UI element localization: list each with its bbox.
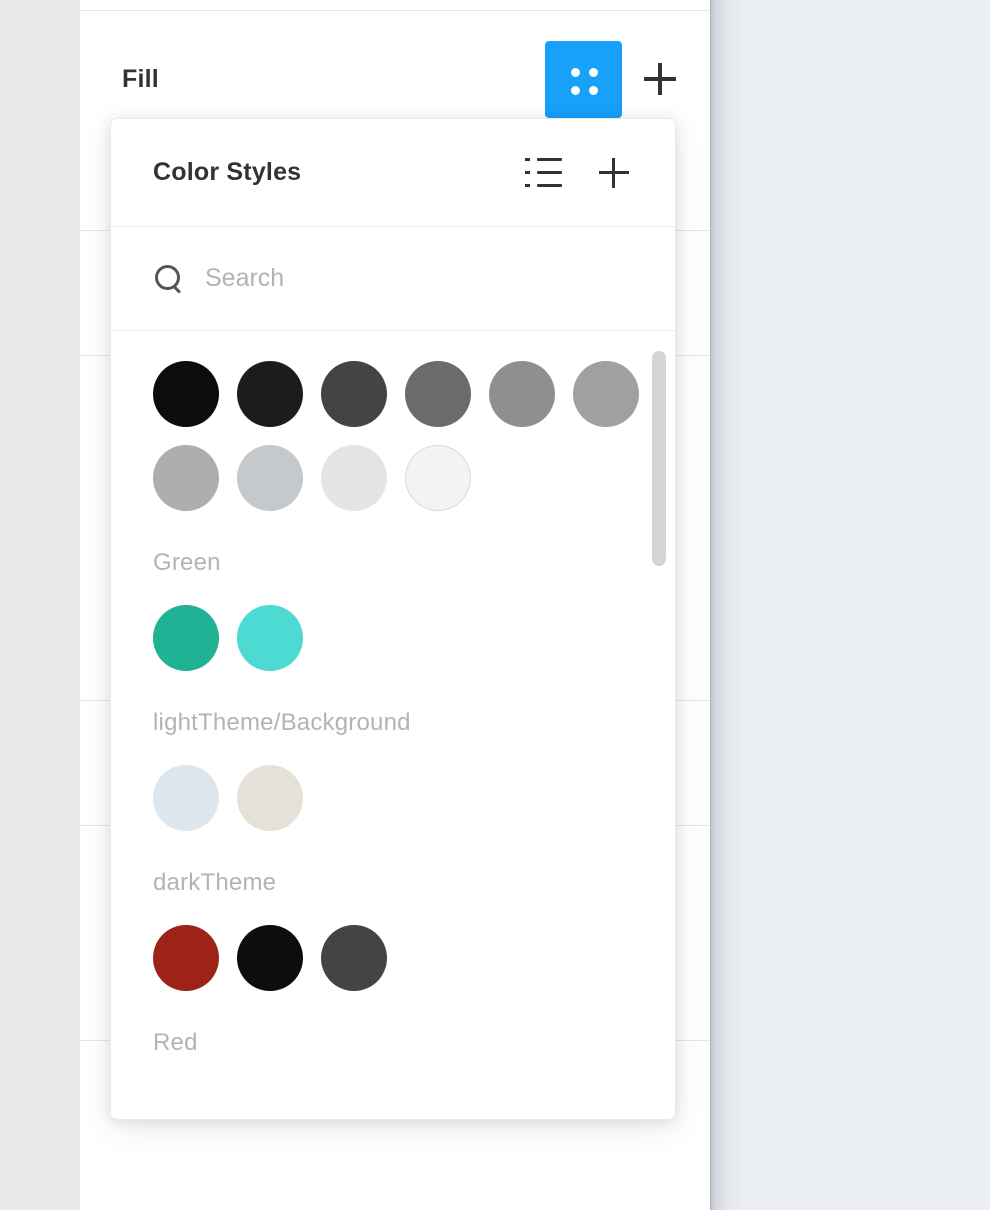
popover-header: Color Styles	[111, 119, 675, 227]
popover-title: Color Styles	[153, 158, 302, 186]
style-group: lightTheme/Background	[111, 671, 675, 831]
fill-section-header: Fill	[80, 40, 710, 118]
four-dots-icon-dot	[589, 67, 598, 77]
color-swatch[interactable]	[153, 605, 219, 671]
styles-scrollbar-thumb[interactable]	[652, 351, 666, 566]
style-group: Red	[111, 991, 675, 1057]
color-swatch[interactable]	[237, 925, 303, 991]
styles-list: Green lightTheme/Background darkTheme Red	[111, 331, 675, 1119]
color-swatch[interactable]	[321, 445, 387, 511]
four-dots-icon-dot	[571, 85, 580, 95]
color-swatch[interactable]	[489, 361, 555, 427]
color-styles-popover: Color Styles Green lightTheme/Background d…	[110, 118, 676, 1120]
swatch-row	[111, 765, 675, 831]
list-view-icon-row	[525, 183, 562, 188]
color-swatch[interactable]	[237, 605, 303, 671]
swatch-row	[111, 925, 675, 991]
color-swatch[interactable]	[405, 361, 471, 427]
style-group: darkTheme	[111, 831, 675, 991]
style-group-label: Green	[153, 549, 221, 576]
style-group-label: Red	[153, 1029, 198, 1056]
color-swatch[interactable]	[321, 925, 387, 991]
color-swatch[interactable]	[237, 765, 303, 831]
style-group-label: lightTheme/Background	[153, 709, 411, 736]
swatch-row	[111, 361, 675, 511]
color-swatch[interactable]	[237, 445, 303, 511]
styles-scrollbar-track[interactable]	[652, 341, 666, 1111]
color-swatch[interactable]	[153, 445, 219, 511]
search-bar	[111, 227, 675, 331]
list-view-icon-row	[525, 170, 562, 175]
search-icon	[153, 264, 183, 294]
style-group-label: darkTheme	[153, 869, 277, 896]
color-swatch[interactable]	[153, 925, 219, 991]
search-input[interactable]	[205, 264, 635, 293]
color-swatch[interactable]	[405, 445, 471, 511]
swatch-row	[111, 605, 675, 671]
app-window: Fill Color Styles Search Green lightThem…	[0, 0, 990, 1210]
list-view-icon-row	[525, 157, 562, 162]
add-fill-button[interactable]	[632, 51, 688, 107]
color-swatch[interactable]	[237, 361, 303, 427]
add-style-button[interactable]	[593, 152, 635, 194]
color-swatch[interactable]	[573, 361, 639, 427]
list-view-icon[interactable]	[525, 156, 563, 190]
fill-section-title: Fill	[122, 64, 159, 93]
styles-groups: Green lightTheme/Background darkTheme Red	[111, 331, 675, 1057]
color-swatch[interactable]	[405, 925, 471, 991]
fill-section-actions	[545, 40, 688, 118]
color-swatch[interactable]	[153, 361, 219, 427]
color-swatch[interactable]	[321, 361, 387, 427]
four-dots-icon-dot	[589, 85, 598, 95]
styles-button[interactable]	[545, 40, 622, 118]
style-group: Green	[111, 511, 675, 671]
panel-divider	[80, 10, 710, 11]
panel-drop-shadow	[710, 0, 756, 1210]
four-dots-icon-dot	[571, 67, 580, 77]
color-swatch[interactable]	[153, 765, 219, 831]
style-group	[111, 331, 675, 511]
popover-header-actions	[525, 152, 635, 194]
